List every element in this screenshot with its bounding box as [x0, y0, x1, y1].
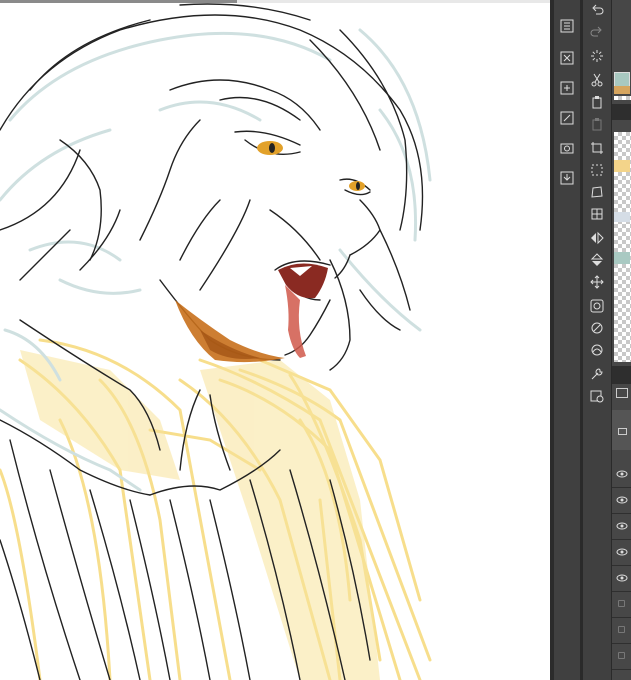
- file-toolbar: [554, 0, 580, 680]
- redo-icon[interactable]: [587, 22, 607, 42]
- artwork: [0, 3, 432, 680]
- import-icon[interactable]: [557, 168, 577, 188]
- layer-row[interactable]: [612, 566, 631, 592]
- color-history-teal[interactable]: [614, 252, 630, 264]
- layer-property-icon[interactable]: [587, 296, 607, 316]
- transparent-swatch[interactable]: [614, 96, 631, 100]
- camera-settings-icon[interactable]: [587, 386, 607, 406]
- panel-header: [612, 104, 631, 120]
- layer-selected[interactable]: [612, 410, 631, 450]
- color-history-yellow[interactable]: [614, 160, 630, 172]
- eye-icon[interactable]: [616, 574, 628, 582]
- copy-icon[interactable]: [587, 92, 607, 112]
- layer-row[interactable]: [612, 644, 631, 670]
- layer-lock-icon[interactable]: [618, 600, 625, 607]
- save-file-icon[interactable]: [557, 78, 577, 98]
- crop-icon[interactable]: [587, 138, 607, 158]
- color-history-blue[interactable]: [614, 212, 630, 222]
- flip-horizontal-icon[interactable]: [587, 228, 607, 248]
- eye-icon[interactable]: [616, 548, 628, 556]
- new-page-icon[interactable]: [557, 16, 577, 36]
- layer-row[interactable]: [612, 592, 631, 618]
- close-file-icon[interactable]: [557, 48, 577, 68]
- layer-row[interactable]: [612, 514, 631, 540]
- flip-vertical-icon[interactable]: [587, 250, 607, 270]
- layer-lock-icon[interactable]: [618, 626, 625, 633]
- color-swatch-sub[interactable]: [614, 86, 630, 94]
- drawing-canvas[interactable]: [0, 0, 550, 680]
- layer-row[interactable]: [612, 618, 631, 644]
- loading-spinner-icon: [587, 46, 607, 66]
- ruler-icon[interactable]: [587, 318, 607, 338]
- eye-icon[interactable]: [616, 496, 628, 504]
- snap-icon[interactable]: [587, 340, 607, 360]
- screenshot-icon[interactable]: [557, 138, 577, 158]
- select-rectangle-icon[interactable]: [587, 160, 607, 180]
- eye-icon[interactable]: [616, 470, 628, 478]
- layer-row[interactable]: [612, 540, 631, 566]
- layer-row[interactable]: [612, 462, 631, 488]
- layer-panel-header: [612, 366, 631, 384]
- layer-lock-icon[interactable]: [618, 652, 625, 659]
- move-icon[interactable]: [587, 272, 607, 292]
- settings-wrench-icon[interactable]: [587, 364, 607, 384]
- eye-icon[interactable]: [616, 522, 628, 530]
- layer-panel: [611, 0, 631, 680]
- command-toolbar: [583, 0, 611, 680]
- transform-icon[interactable]: [587, 182, 607, 202]
- mesh-transform-icon[interactable]: [587, 204, 607, 224]
- cut-icon[interactable]: [587, 70, 607, 90]
- layer-row[interactable]: [612, 488, 631, 514]
- paste-icon[interactable]: [587, 114, 607, 134]
- layer-thumbnail-icon[interactable]: [616, 388, 628, 398]
- undo-icon[interactable]: [587, 0, 607, 20]
- edit-file-icon[interactable]: [557, 108, 577, 128]
